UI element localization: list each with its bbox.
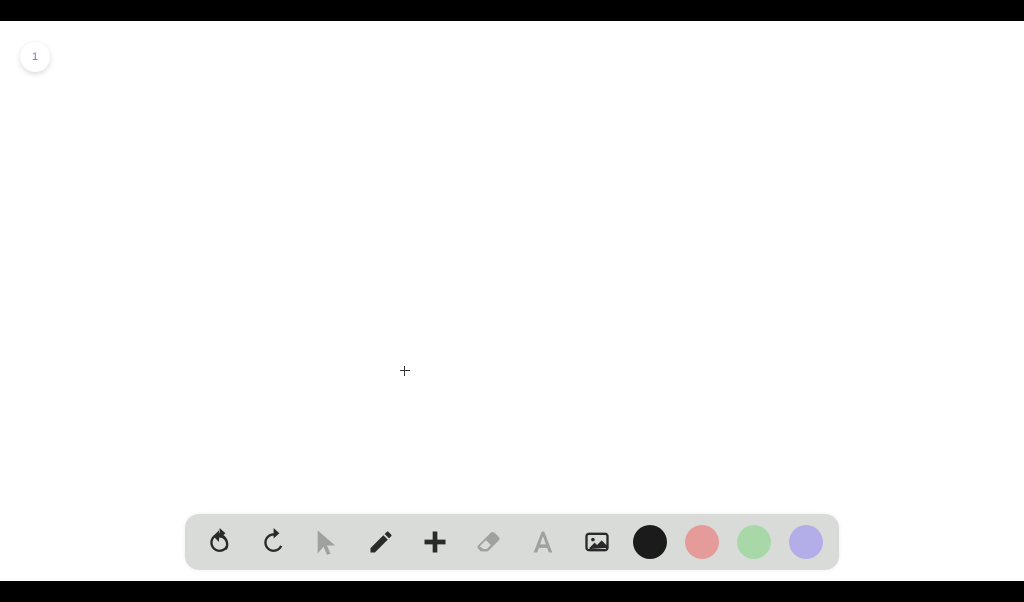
- page-number-badge[interactable]: 1: [20, 42, 50, 72]
- page-number-text: 1: [32, 51, 38, 63]
- drawing-canvas[interactable]: [0, 21, 1024, 581]
- letterbox-bottom: [0, 581, 1024, 602]
- pencil-icon: [367, 528, 395, 556]
- color-swatch-red[interactable]: [685, 525, 719, 559]
- undo-button[interactable]: [201, 524, 237, 560]
- plus-icon: [421, 528, 449, 556]
- redo-icon: [259, 528, 287, 556]
- add-button[interactable]: [417, 524, 453, 560]
- color-swatch-black[interactable]: [633, 525, 667, 559]
- text-icon: [529, 528, 557, 556]
- toolbar: [185, 514, 839, 570]
- pen-button[interactable]: [363, 524, 399, 560]
- eraser-button[interactable]: [471, 524, 507, 560]
- eraser-icon: [475, 528, 503, 556]
- pointer-button[interactable]: [309, 524, 345, 560]
- letterbox-top: [0, 0, 1024, 21]
- pointer-icon: [313, 528, 341, 556]
- image-icon: [583, 528, 611, 556]
- color-swatch-green[interactable]: [737, 525, 771, 559]
- redo-button[interactable]: [255, 524, 291, 560]
- image-button[interactable]: [579, 524, 615, 560]
- undo-icon: [205, 528, 233, 556]
- text-button[interactable]: [525, 524, 561, 560]
- color-swatch-purple[interactable]: [789, 525, 823, 559]
